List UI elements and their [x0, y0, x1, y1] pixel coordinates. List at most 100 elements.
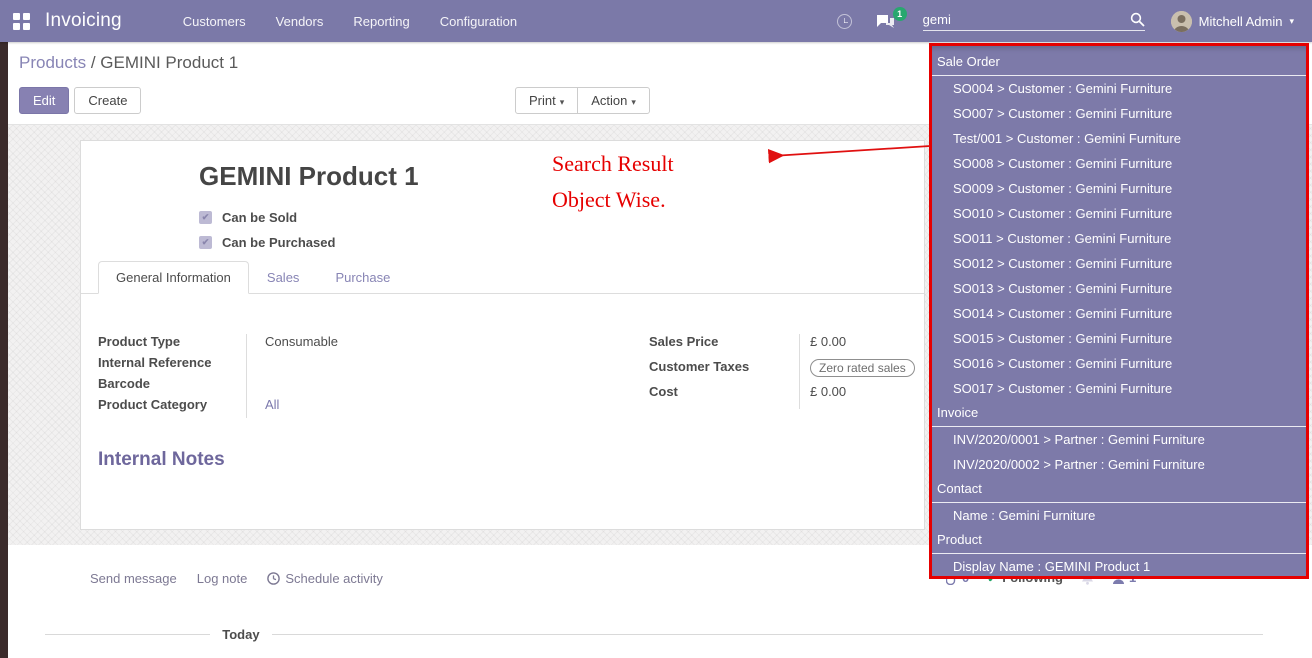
chevron-down-icon: ▾	[631, 97, 636, 107]
nav-menu-item[interactable]: Customers	[172, 8, 257, 35]
page: Invoicing Customers Vendors Reporting Confi…	[0, 0, 1312, 658]
field-label: Sales Price	[649, 334, 799, 359]
breadcrumb: Products / GEMINI Product 1	[19, 53, 238, 73]
main-menu: Customers Vendors Reporting Configuration	[172, 8, 528, 35]
annotation-line2: Object Wise.	[552, 182, 674, 218]
log-note-link[interactable]: Log note	[197, 571, 248, 586]
search-result-row[interactable]: Name : Gemini Furniture	[932, 503, 1306, 528]
search-result-row[interactable]: SO013 > Customer : Gemini Furniture	[932, 276, 1306, 301]
chat-bubbles-icon	[876, 14, 895, 29]
search-result-row[interactable]: Test/001 > Customer : Gemini Furniture	[932, 126, 1306, 151]
top-navbar: Invoicing Customers Vendors Reporting Confi…	[0, 0, 1312, 42]
search-result-row[interactable]: SO014 > Customer : Gemini Furniture	[932, 301, 1306, 326]
check-icon: ✔	[202, 213, 210, 222]
field-value-cell: Consumable	[246, 334, 528, 355]
product-flags: ✔ Can be Sold ✔ Can be Purchased	[199, 205, 335, 255]
field-value: Zero rated sales	[810, 359, 915, 377]
checkbox-label: Can be Sold	[222, 210, 297, 225]
nav-menu-item[interactable]: Vendors	[265, 8, 335, 35]
field-row: Product Type Consumable	[98, 334, 528, 355]
record-buttons: Edit Create	[19, 87, 141, 114]
field-label: Product Type	[98, 334, 246, 355]
field-value-cell	[246, 376, 528, 397]
navbar-right: 1 Mitchell Admin ▾	[837, 11, 1312, 32]
annotation-text: Search Result Object Wise.	[552, 146, 674, 218]
checkbox[interactable]: ✔	[199, 211, 212, 224]
search-input[interactable]	[923, 12, 1130, 27]
search-result-row[interactable]: SO015 > Customer : Gemini Furniture	[932, 326, 1306, 351]
search-result-row[interactable]: Contact	[932, 477, 1306, 503]
search-result-row[interactable]: SO009 > Customer : Gemini Furniture	[932, 176, 1306, 201]
schedule-activity-link[interactable]: Schedule activity	[267, 571, 383, 586]
checkbox[interactable]: ✔	[199, 236, 212, 249]
internal-notes-heading: Internal Notes	[98, 449, 225, 471]
chevron-down-icon: ▾	[560, 97, 565, 107]
print-action-group: Print▾ Action▾	[516, 87, 650, 114]
apps-grid-icon[interactable]	[13, 13, 30, 30]
notebook-tab[interactable]: Purchase	[317, 261, 408, 294]
window-edge-strip	[0, 42, 8, 658]
field-label: Barcode	[98, 376, 246, 397]
field-value: £ 0.00	[810, 334, 846, 349]
create-button[interactable]: Create	[74, 87, 141, 114]
chevron-down-icon: ▾	[1289, 16, 1294, 27]
search-result-row[interactable]: INV/2020/0002 > Partner : Gemini Furnitu…	[932, 452, 1306, 477]
search-result-row[interactable]: Sale Order	[932, 50, 1306, 76]
nav-menu-item[interactable]: Reporting	[342, 8, 420, 35]
search-result-row[interactable]: SO007 > Customer : Gemini Furniture	[932, 101, 1306, 126]
search-result-row[interactable]: SO012 > Customer : Gemini Furniture	[932, 251, 1306, 276]
field-value: £ 0.00	[810, 384, 846, 399]
search-result-row[interactable]: SO008 > Customer : Gemini Furniture	[932, 151, 1306, 176]
action-dropdown-button[interactable]: Action▾	[577, 87, 650, 114]
notebook-tab[interactable]: General Information	[98, 261, 249, 294]
field-group-left: Product Type Consumable Internal Referen…	[98, 334, 528, 418]
messages-badge: 1	[893, 7, 907, 21]
search-result-row[interactable]: SO016 > Customer : Gemini Furniture	[932, 351, 1306, 376]
field-value-cell	[246, 355, 528, 376]
search-result-row[interactable]: SO011 > Customer : Gemini Furniture	[932, 226, 1306, 251]
check-icon: ✔	[202, 238, 210, 247]
search-result-row[interactable]: SO010 > Customer : Gemini Furniture	[932, 201, 1306, 226]
avatar	[1171, 11, 1192, 32]
user-menu[interactable]: Mitchell Admin ▾	[1171, 11, 1294, 32]
print-dropdown-button[interactable]: Print▾	[515, 87, 578, 114]
global-search	[923, 12, 1145, 31]
app-title[interactable]: Invoicing	[45, 10, 122, 32]
user-name: Mitchell Admin	[1199, 14, 1283, 29]
field-row: Barcode	[98, 376, 528, 397]
checkbox-row: ✔ Can be Sold	[199, 205, 335, 230]
clock-icon	[267, 572, 280, 585]
notebook-tabs: General InformationSalesPurchase	[81, 261, 924, 294]
field-label: Internal Reference	[98, 355, 246, 376]
breadcrumb-current: GEMINI Product 1	[100, 53, 238, 72]
product-form-sheet: GEMINI Product 1 ✔ Can be Sold ✔ Can be …	[80, 140, 925, 530]
search-result-row[interactable]: Display Name : GEMINI Product 1	[932, 554, 1306, 579]
search-result-row[interactable]: SO004 > Customer : Gemini Furniture	[932, 76, 1306, 101]
checkbox-row: ✔ Can be Purchased	[199, 230, 335, 255]
search-result-row[interactable]: Invoice	[932, 401, 1306, 427]
breadcrumb-parent-link[interactable]: Products	[19, 53, 86, 72]
field-value-cell: All	[246, 397, 528, 418]
search-results-dropdown: Sale Order SO004 > Customer : Gemini Fur…	[929, 43, 1309, 579]
messages-icon[interactable]: 1	[876, 14, 895, 29]
search-result-row[interactable]: SO017 > Customer : Gemini Furniture	[932, 376, 1306, 401]
checkbox-label: Can be Purchased	[222, 235, 335, 250]
annotation-line1: Search Result	[552, 146, 674, 182]
search-result-row[interactable]: INV/2020/0001 > Partner : Gemini Furnitu…	[932, 427, 1306, 452]
notebook-tab[interactable]: Sales	[249, 261, 318, 294]
send-message-link[interactable]: Send message	[90, 571, 177, 586]
field-label: Cost	[649, 384, 799, 409]
search-icon[interactable]	[1130, 12, 1145, 27]
edit-button[interactable]: Edit	[19, 87, 69, 114]
field-row: Product Category All	[98, 397, 528, 418]
today-label: Today	[222, 627, 259, 642]
activity-clock-icon[interactable]	[837, 14, 852, 29]
field-label: Customer Taxes	[649, 359, 799, 384]
chatter-actions: Send message Log note Schedule activity	[90, 571, 383, 586]
today-divider: Today	[45, 627, 1263, 642]
field-label: Product Category	[98, 397, 246, 418]
search-result-row[interactable]: Product	[932, 528, 1306, 554]
product-title: GEMINI Product 1	[199, 161, 419, 192]
field-row: Internal Reference	[98, 355, 528, 376]
nav-menu-item[interactable]: Configuration	[429, 8, 528, 35]
